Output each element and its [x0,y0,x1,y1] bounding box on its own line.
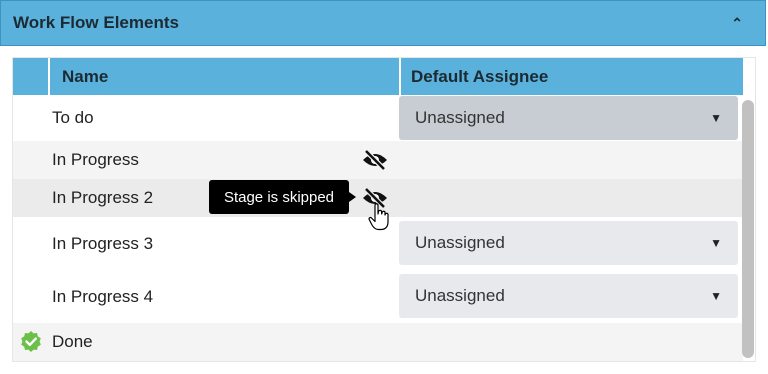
check-badge-icon [20,331,41,352]
hand-pointer-cursor-icon [368,203,389,231]
panel-header[interactable]: Work Flow Elements ⌃ [0,0,766,46]
assignee-select-value: Unassigned [415,233,505,252]
table-row[interactable]: In Progress [13,141,743,179]
column-header-default-assignee[interactable]: Default Assignee [401,58,743,95]
table-row[interactable]: In Progress 4 Unassigned ▼ [13,270,743,323]
vertical-scrollbar[interactable] [742,100,754,358]
stage-name: In Progress 2 [52,188,154,207]
eye-slash-icon[interactable] [361,149,389,171]
grid-header: Name Default Assignee [13,58,743,95]
caret-down-icon: ▼ [710,236,722,250]
assignee-select-value: Unassigned [415,108,505,127]
stage-name: In Progress 4 [52,286,154,306]
panel-title: Work Flow Elements [13,13,179,32]
stage-name: To do [52,108,94,127]
assignee-select-value: Unassigned [415,286,505,305]
table-row[interactable]: To do Unassigned ▼ [13,95,743,141]
assignee-select[interactable]: Unassigned ▼ [399,221,738,265]
stage-name: Done [52,332,93,351]
caret-down-icon: ▼ [710,289,722,303]
chevron-up-icon[interactable]: ⌃ [731,15,743,32]
assignee-select[interactable]: Unassigned ▼ [399,274,738,318]
tooltip: Stage is skipped [209,180,356,214]
stage-name: In Progress [52,150,139,169]
row-status-cell [13,323,48,361]
column-header-name[interactable]: Name [50,58,401,95]
tooltip-text: Stage is skipped [223,188,335,206]
table-row[interactable]: Done [13,323,743,361]
header-gutter [13,58,50,95]
caret-down-icon: ▼ [710,111,722,125]
assignee-select[interactable]: Unassigned ▼ [399,96,738,140]
stage-name: In Progress 3 [52,233,154,253]
